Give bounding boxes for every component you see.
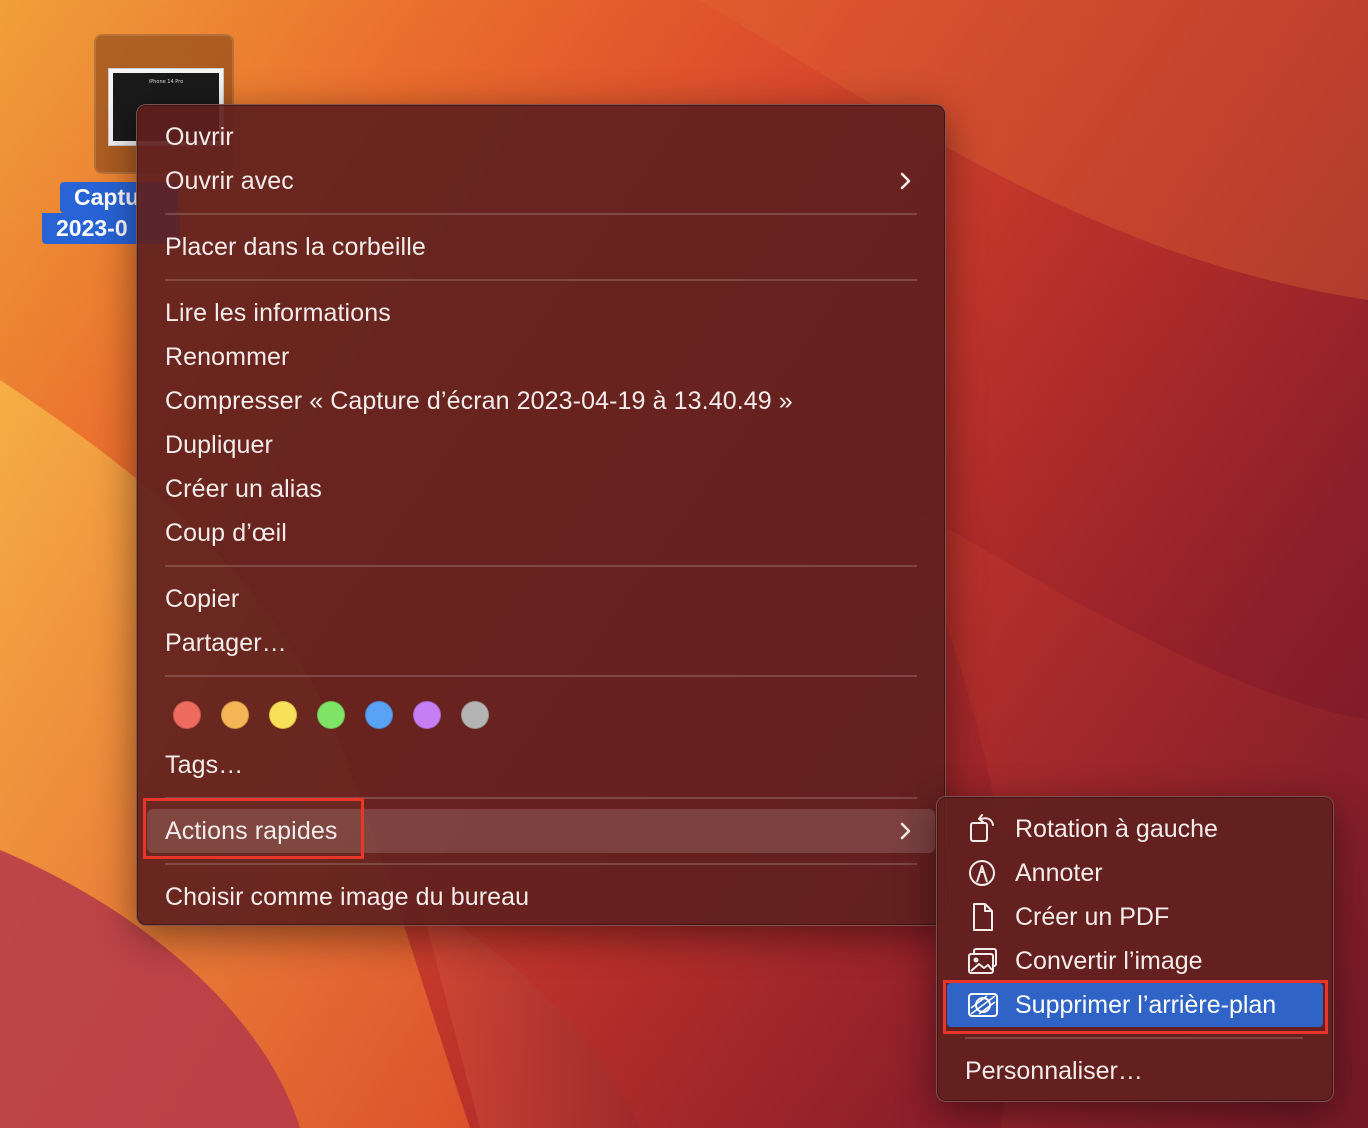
menu-item-rename[interactable]: Renommer bbox=[137, 335, 945, 379]
context-menu: Ouvrir Ouvrir avec Placer dans la corbei… bbox=[136, 104, 946, 926]
submenu-item-convert-image[interactable]: Convertir l’image bbox=[937, 939, 1333, 983]
tag-red-dot[interactable] bbox=[173, 701, 201, 729]
remove-background-icon bbox=[967, 990, 999, 1020]
tag-gray-dot[interactable] bbox=[461, 701, 489, 729]
submenu-item-remove-background[interactable]: Supprimer l’arrière-plan bbox=[947, 983, 1323, 1027]
menu-separator bbox=[165, 213, 917, 215]
menu-separator bbox=[165, 797, 917, 799]
menu-item-move-to-trash[interactable]: Placer dans la corbeille bbox=[137, 225, 945, 269]
thumbnail-text: iPhone 14 Pro bbox=[148, 79, 184, 85]
menu-item-copy[interactable]: Copier bbox=[137, 577, 945, 621]
menu-separator bbox=[165, 279, 917, 281]
submenu-item-rotate-left-label: Rotation à gauche bbox=[1015, 815, 1218, 843]
chevron-right-icon bbox=[897, 159, 917, 203]
document-icon bbox=[967, 902, 999, 932]
tag-green-dot[interactable] bbox=[317, 701, 345, 729]
menu-item-open-with-label: Ouvrir avec bbox=[165, 167, 294, 195]
chevron-right-icon bbox=[897, 809, 917, 853]
submenu-item-convert-image-label: Convertir l’image bbox=[1015, 947, 1203, 975]
submenu-item-create-pdf-label: Créer un PDF bbox=[1015, 903, 1170, 931]
menu-item-quick-look[interactable]: Coup d’œil bbox=[137, 511, 945, 555]
menu-item-quick-actions-label: Actions rapides bbox=[165, 817, 338, 845]
menu-separator bbox=[965, 1037, 1303, 1039]
submenu-item-customize[interactable]: Personnaliser… bbox=[937, 1049, 1333, 1093]
tag-color-row bbox=[137, 687, 945, 743]
menu-item-tags[interactable]: Tags… bbox=[137, 743, 945, 787]
menu-item-open-with[interactable]: Ouvrir avec bbox=[137, 159, 945, 203]
submenu-item-remove-background-label: Supprimer l’arrière-plan bbox=[1015, 991, 1277, 1019]
submenu-item-rotate-left[interactable]: Rotation à gauche bbox=[937, 807, 1333, 851]
menu-item-make-alias[interactable]: Créer un alias bbox=[137, 467, 945, 511]
menu-item-quick-actions[interactable]: Actions rapides bbox=[147, 809, 935, 853]
menu-separator bbox=[165, 675, 917, 677]
menu-item-duplicate[interactable]: Dupliquer bbox=[137, 423, 945, 467]
tag-blue-dot[interactable] bbox=[365, 701, 393, 729]
menu-separator bbox=[165, 565, 917, 567]
rotate-left-icon bbox=[967, 814, 999, 844]
tag-purple-dot[interactable] bbox=[413, 701, 441, 729]
submenu-item-markup-label: Annoter bbox=[1015, 859, 1103, 887]
submenu-item-create-pdf[interactable]: Créer un PDF bbox=[937, 895, 1333, 939]
menu-separator bbox=[165, 863, 917, 865]
tag-yellow-dot[interactable] bbox=[269, 701, 297, 729]
menu-item-compress[interactable]: Compresser « Capture d’écran 2023-04-19 … bbox=[137, 379, 945, 423]
quick-actions-submenu: Rotation à gauche Annoter Créer un PDF C… bbox=[936, 796, 1334, 1102]
menu-item-get-info[interactable]: Lire les informations bbox=[137, 291, 945, 335]
photos-stack-icon bbox=[967, 946, 999, 976]
markup-pen-icon bbox=[967, 858, 999, 888]
menu-item-share[interactable]: Partager… bbox=[137, 621, 945, 665]
menu-item-open[interactable]: Ouvrir bbox=[137, 115, 945, 159]
menu-item-set-desktop-picture[interactable]: Choisir comme image du bureau bbox=[137, 875, 945, 919]
submenu-item-markup[interactable]: Annoter bbox=[937, 851, 1333, 895]
tag-orange-dot[interactable] bbox=[221, 701, 249, 729]
